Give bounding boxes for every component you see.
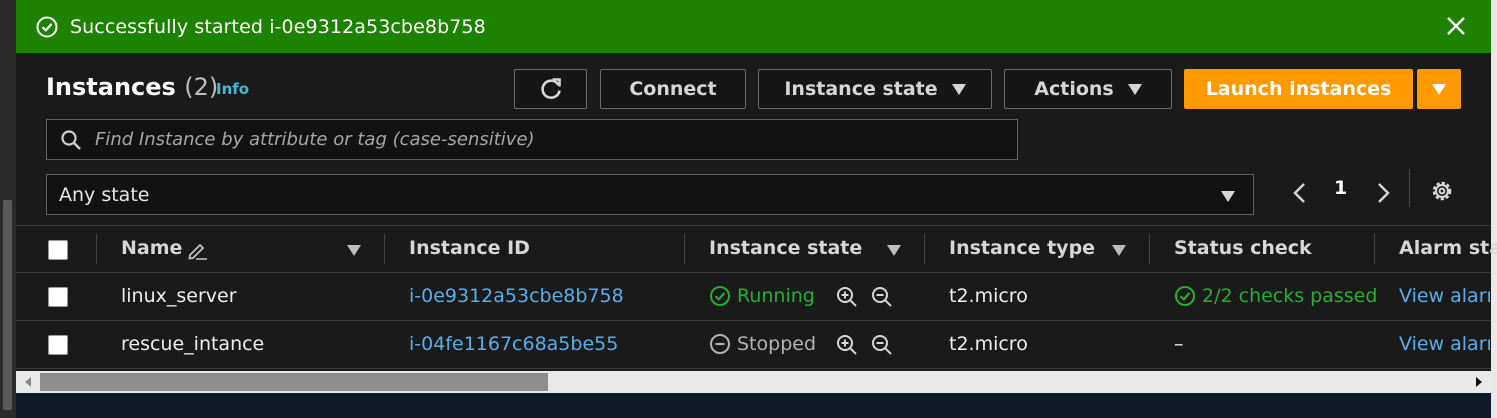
instance-id-link[interactable]: i-0e9312a53cbe8b758: [409, 285, 624, 307]
info-link[interactable]: Info: [216, 80, 249, 98]
refresh-icon: [540, 78, 561, 99]
window-edge: [1491, 0, 1497, 418]
column-divider: [1149, 234, 1150, 264]
view-alarms-link[interactable]: View aları: [1399, 333, 1492, 355]
stopped-minus-icon: [710, 334, 730, 354]
column-divider: [384, 234, 385, 264]
column-header-name[interactable]: Name: [121, 237, 182, 259]
launch-instances-button[interactable]: Launch instances: [1184, 69, 1413, 109]
actions-label: Actions: [1034, 78, 1114, 100]
column-divider: [1374, 234, 1375, 264]
state-filter-select[interactable]: Any state: [46, 174, 1254, 215]
column-header-instance-type[interactable]: Instance type: [949, 237, 1095, 259]
left-scrollbar[interactable]: [0, 0, 16, 418]
launch-options-dropdown[interactable]: [1417, 69, 1461, 109]
search-icon: [61, 129, 81, 150]
sort-caret-icon[interactable]: [347, 245, 361, 256]
state-filter-value: Any state: [59, 183, 150, 206]
check-circle-icon: [1175, 286, 1195, 306]
status-check-text: –: [1174, 333, 1184, 355]
caret-down-icon: [1221, 191, 1235, 202]
instance-state-text: Running: [737, 285, 815, 307]
connect-button[interactable]: Connect: [600, 69, 746, 109]
gear-icon[interactable]: [1428, 177, 1456, 205]
column-header-instance-id[interactable]: Instance ID: [409, 237, 530, 259]
instance-state-text: Stopped: [737, 333, 817, 355]
table-row[interactable]: linux_server i-0e9312a53cbe8b758 Running…: [16, 273, 1492, 321]
caret-down-icon: [951, 83, 966, 95]
instance-count: (2): [184, 73, 219, 101]
page-title: Instances (2): [46, 73, 218, 101]
select-all-checkbox[interactable]: [48, 240, 68, 260]
instance-state-dropdown[interactable]: Instance state: [758, 69, 992, 109]
zoom-in-icon[interactable]: [835, 333, 859, 357]
launch-label: Launch instances: [1205, 78, 1392, 100]
title-text: Instances: [46, 73, 176, 101]
instance-state: Stopped: [709, 333, 816, 355]
status-check: 2/2 checks passed: [1174, 285, 1377, 307]
chevron-right-icon[interactable]: [1372, 181, 1394, 205]
column-divider: [684, 234, 685, 264]
horizontal-scrollbar[interactable]: [16, 371, 1491, 393]
status-check-text: 2/2 checks passed: [1202, 285, 1378, 307]
connect-label: Connect: [629, 78, 717, 100]
actions-dropdown[interactable]: Actions: [1004, 69, 1172, 109]
horizontal-scrollbar-thumb[interactable]: [40, 373, 548, 391]
flash-message: Successfully started i-0e9312a53cbe8b758: [70, 15, 486, 38]
running-check-icon: [710, 286, 730, 306]
instance-name: linux_server: [121, 285, 237, 307]
caret-down-icon: [1432, 83, 1446, 95]
chevron-left-icon[interactable]: [1289, 181, 1311, 205]
refresh-button[interactable]: [514, 69, 587, 109]
view-alarms-link[interactable]: View aları: [1399, 285, 1492, 307]
close-icon[interactable]: [1445, 15, 1467, 37]
instances-table-container: Instances (2) Info Connect Instance stat…: [16, 53, 1497, 393]
left-scrollbar-thumb[interactable]: [3, 200, 12, 410]
zoom-out-icon[interactable]: [870, 285, 894, 309]
instance-state: Running: [709, 285, 815, 307]
current-page-number[interactable]: 1: [1334, 177, 1347, 199]
row-checkbox[interactable]: [48, 287, 68, 307]
sort-caret-icon[interactable]: [887, 245, 901, 256]
column-divider: [96, 234, 97, 264]
success-flashbar: Successfully started i-0e9312a53cbe8b758: [16, 0, 1491, 53]
instance-type: t2.micro: [949, 333, 1028, 355]
column-divider: [924, 234, 925, 264]
instances-panel: Instances (2) Info Connect Instance stat…: [16, 53, 1497, 418]
table-header: Name Instance ID Instance state Instance…: [16, 225, 1497, 273]
scroll-left-arrow-icon[interactable]: [25, 377, 31, 387]
table-row[interactable]: rescue_intance i-04fe1167c68a5be55 Stopp…: [16, 321, 1492, 369]
zoom-in-icon[interactable]: [835, 285, 859, 309]
caret-down-icon: [1127, 83, 1142, 95]
pager-divider: [1409, 169, 1410, 207]
edit-pencil-icon: [188, 243, 207, 260]
sort-caret-icon[interactable]: [1112, 245, 1126, 256]
instance-name: rescue_intance: [121, 333, 265, 355]
column-header-instance-state[interactable]: Instance state: [709, 237, 862, 259]
column-header-status-check[interactable]: Status check: [1174, 237, 1312, 259]
zoom-out-icon[interactable]: [870, 333, 894, 357]
search-field[interactable]: [46, 119, 1018, 160]
row-checkbox[interactable]: [48, 335, 68, 355]
check-circle-icon: [36, 16, 58, 37]
instance-id-link[interactable]: i-04fe1167c68a5be55: [409, 333, 618, 355]
column-header-alarm-status[interactable]: Alarm sta: [1399, 237, 1497, 259]
instance-state-label: Instance state: [784, 78, 938, 100]
search-input[interactable]: [93, 128, 1017, 151]
scroll-right-arrow-icon[interactable]: [1476, 377, 1482, 387]
instance-type: t2.micro: [949, 285, 1028, 307]
